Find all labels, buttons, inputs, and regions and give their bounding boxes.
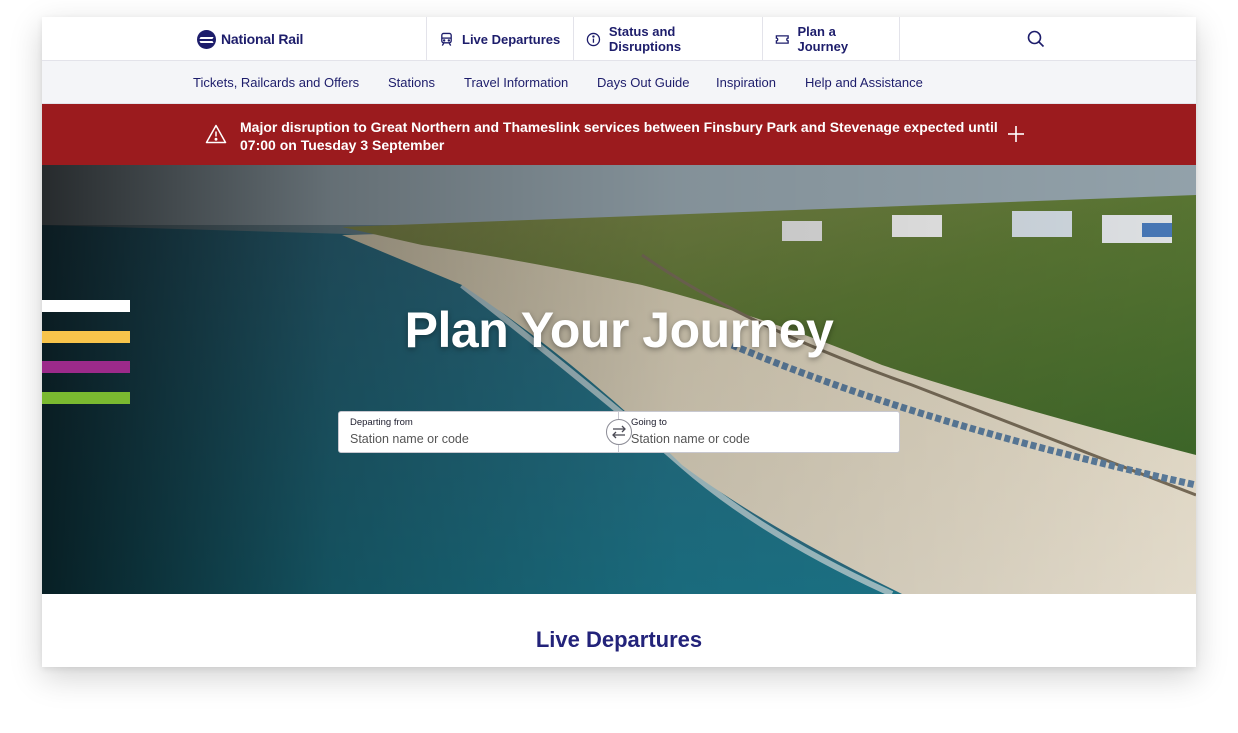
disruption-alert-banner: Major disruption to Great Northern and T… (42, 104, 1196, 165)
going-to-label: Going to (631, 417, 667, 428)
logo-text: National Rail (221, 31, 304, 47)
journey-planner-form: Departing from Going to (338, 411, 900, 453)
national-rail-logo[interactable]: National Rail (197, 29, 303, 49)
nav-inspiration[interactable]: Inspiration (716, 75, 776, 90)
departing-from-field[interactable]: Departing from (339, 412, 619, 452)
browser-window: National Rail Live Departures Status and… (42, 17, 1196, 667)
plus-icon[interactable] (1007, 125, 1025, 143)
alert-message[interactable]: Major disruption to Great Northern and T… (240, 118, 1000, 154)
warning-icon (205, 124, 227, 144)
nav-tickets-railcards-offers[interactable]: Tickets, Railcards and Offers (193, 75, 359, 90)
search-icon (1027, 30, 1045, 48)
tab-status-disruptions-label: Status and Disruptions (608, 24, 682, 54)
national-rail-logo-icon (197, 29, 216, 49)
tab-plan-journey[interactable]: Plan a Journey (762, 17, 900, 61)
nav-days-out-guide[interactable]: Days Out Guide (597, 75, 690, 90)
departing-from-input[interactable] (350, 430, 600, 448)
swap-stations-button[interactable] (606, 419, 632, 445)
departing-from-label: Departing from (350, 417, 413, 428)
brand-stripe-green (42, 392, 130, 404)
going-to-field[interactable]: Going to (620, 412, 900, 452)
brand-stripe-purple (42, 361, 130, 373)
nav-help-assistance[interactable]: Help and Assistance (805, 75, 923, 90)
hero-section: Plan Your Journey Departing from Going t… (42, 165, 1196, 594)
tab-live-departures[interactable]: Live Departures (426, 17, 573, 61)
hero-overlay (42, 165, 1196, 594)
info-icon (586, 32, 601, 46)
tab-status-disruptions[interactable]: Status and Disruptions (573, 17, 762, 61)
tab-plan-journey-label: Plan a Journey (797, 24, 849, 54)
train-icon (441, 32, 452, 46)
nav-travel-information[interactable]: Travel Information (464, 75, 568, 90)
ticket-icon (775, 34, 789, 44)
live-departures-heading: Live Departures (535, 627, 703, 652)
going-to-input[interactable] (631, 430, 881, 448)
hero-title: Plan Your Journey (404, 302, 834, 358)
swap-arrows-icon (612, 425, 626, 439)
search-button[interactable] (1026, 29, 1046, 49)
secondary-nav: Tickets, Railcards and Offers Stations T… (42, 61, 1196, 104)
tab-live-departures-label: Live Departures (462, 31, 561, 47)
nav-stations[interactable]: Stations (388, 75, 435, 90)
top-bar: National Rail Live Departures Status and… (42, 17, 1196, 61)
